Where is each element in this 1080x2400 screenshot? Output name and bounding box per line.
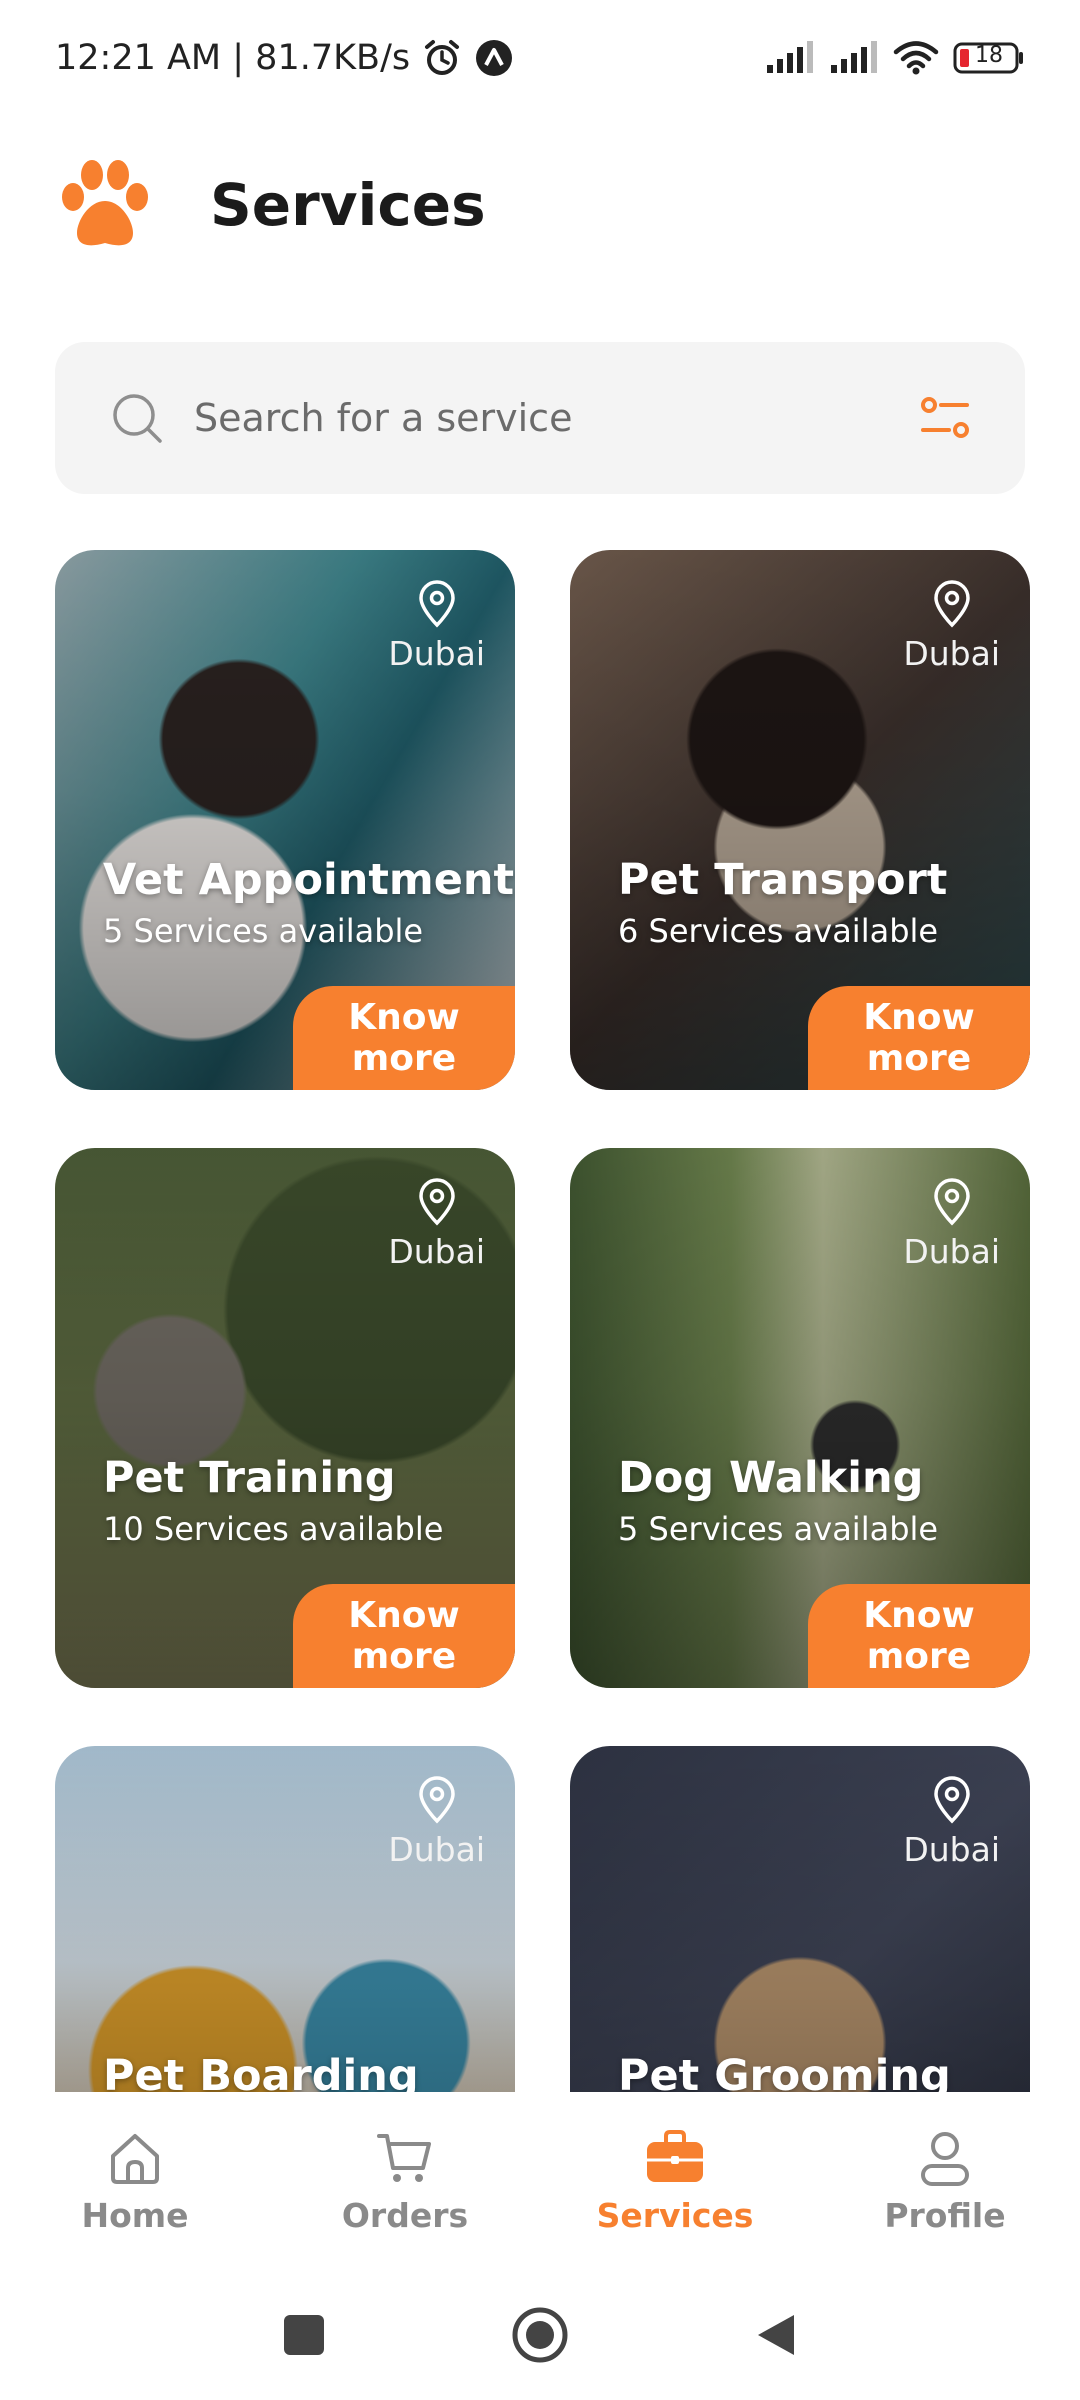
nav-label: Profile xyxy=(884,2195,1006,2235)
location-label: Dubai xyxy=(388,1830,485,1869)
location-pin-icon xyxy=(933,1776,970,1824)
card-title: Pet Training xyxy=(103,1453,396,1503)
card-title: Dog Walking xyxy=(618,1453,924,1503)
service-card-dog-walking[interactable]: Dubai Dog Walking 5 Services available K… xyxy=(570,1148,1030,1688)
services-grid: Dubai Vet Appointment 5 Services availab… xyxy=(55,550,1030,2092)
nav-item-home[interactable]: Home xyxy=(35,2128,235,2235)
location-label: Dubai xyxy=(903,634,1000,673)
location-label: Dubai xyxy=(388,634,485,673)
home-system-button[interactable] xyxy=(511,2306,569,2364)
back-button[interactable] xyxy=(754,2311,798,2359)
location-label: Dubai xyxy=(388,1232,485,1271)
nav-label: Orders xyxy=(341,2195,469,2235)
briefcase-icon xyxy=(647,2129,703,2182)
card-subtitle: 10 Services available xyxy=(103,1510,444,1548)
card-title: Pet Grooming xyxy=(618,2051,951,2092)
system-nav-bar xyxy=(0,2270,1080,2400)
nav-item-orders[interactable]: Orders xyxy=(305,2128,505,2235)
app-notification-icon xyxy=(474,38,514,78)
location-pin-icon xyxy=(418,1776,455,1824)
service-card-pet-training[interactable]: Dubai Pet Training 10 Services available… xyxy=(55,1148,515,1688)
know-more-button[interactable]: Know more xyxy=(293,986,515,1090)
cell-signal-icon xyxy=(765,41,815,75)
paw-icon xyxy=(62,160,148,246)
user-icon xyxy=(921,2131,969,2186)
card-title: Pet Transport xyxy=(618,855,948,905)
service-card-vet-appointment[interactable]: Dubai Vet Appointment 5 Services availab… xyxy=(55,550,515,1090)
circle-icon xyxy=(512,2307,568,2363)
card-title: Pet Boarding xyxy=(103,2051,419,2092)
card-location: Dubai xyxy=(388,1178,485,1271)
service-card-pet-grooming[interactable]: Dubai Pet Grooming xyxy=(570,1746,1030,2092)
service-card-pet-transport[interactable]: Dubai Pet Transport 6 Services available… xyxy=(570,550,1030,1090)
card-location: Dubai xyxy=(388,1776,485,1869)
nav-label: Home xyxy=(81,2195,189,2235)
know-more-button[interactable]: Know more xyxy=(808,986,1030,1090)
location-label: Dubai xyxy=(903,1830,1000,1869)
bottom-nav: Home Orders Services Profile xyxy=(0,2092,1080,2270)
filter-icon xyxy=(921,397,969,438)
know-more-button[interactable]: Know more xyxy=(293,1584,515,1688)
battery-icon: 18 xyxy=(953,41,1025,75)
location-pin-icon xyxy=(933,1178,970,1226)
location-pin-icon xyxy=(418,580,455,628)
service-card-pet-boarding[interactable]: Dubai Pet Boarding xyxy=(55,1746,515,2092)
square-icon xyxy=(284,2315,324,2355)
location-pin-icon xyxy=(418,1178,455,1226)
battery-level: 18 xyxy=(975,43,1003,68)
nav-item-services[interactable]: Services xyxy=(575,2128,775,2235)
status-bar: 12:21 AM | 81.7KB/s 18 xyxy=(0,0,1080,116)
page-header: Services xyxy=(55,155,486,255)
card-subtitle: 5 Services available xyxy=(103,912,424,950)
search-icon xyxy=(113,394,162,443)
alarm-icon xyxy=(422,38,462,78)
cart-icon xyxy=(377,2133,431,2182)
card-title: Vet Appointment xyxy=(103,855,515,905)
know-more-button[interactable]: Know more xyxy=(808,1584,1030,1688)
card-subtitle: 6 Services available xyxy=(618,912,939,950)
search-input[interactable] xyxy=(194,396,915,440)
search-bar xyxy=(55,342,1025,494)
nav-item-profile[interactable]: Profile xyxy=(845,2128,1045,2235)
card-location: Dubai xyxy=(903,1776,1000,1869)
status-time: 12:21 AM | 81.7KB/s xyxy=(55,38,411,78)
filter-button[interactable] xyxy=(915,388,975,448)
nav-label: Services xyxy=(596,2195,754,2235)
cell-signal-2-icon xyxy=(829,41,879,75)
home-icon xyxy=(111,2133,159,2184)
recent-apps-button[interactable] xyxy=(282,2313,326,2357)
wifi-icon xyxy=(893,41,939,75)
location-label: Dubai xyxy=(903,1232,1000,1271)
card-location: Dubai xyxy=(903,580,1000,673)
app-root: 12:21 AM | 81.7KB/s 18 Services Search f… xyxy=(0,0,1080,2400)
page-title: Services xyxy=(210,171,486,239)
back-triangle-icon xyxy=(758,2315,794,2355)
location-pin-icon xyxy=(933,580,970,628)
card-location: Dubai xyxy=(903,1178,1000,1271)
card-location: Dubai xyxy=(388,580,485,673)
card-subtitle: 5 Services available xyxy=(618,1510,939,1548)
